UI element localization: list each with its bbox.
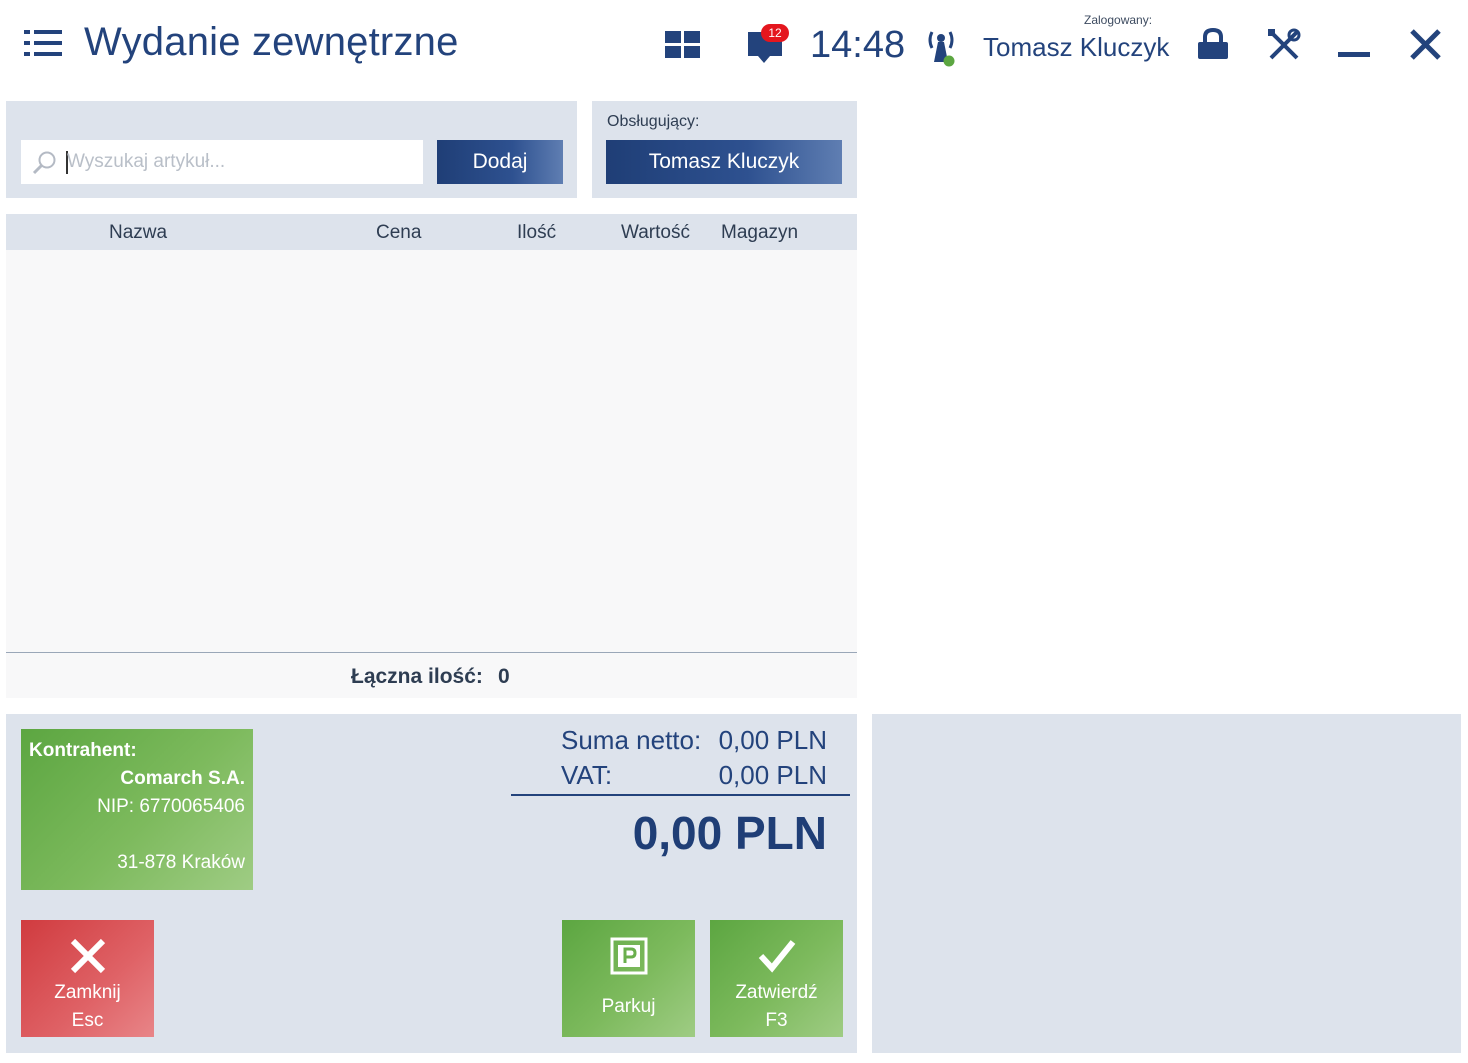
close-icon[interactable] [1409, 28, 1443, 62]
vat-label: VAT: [561, 760, 613, 790]
contractor-nip: NIP: 6770065406 [97, 796, 245, 817]
vat-value: 0,00 PLN [718, 760, 827, 790]
confirm-f3-button[interactable]: Zatwierdź F3 [710, 920, 843, 1037]
net-sum-value: 0,00 PLN [718, 725, 827, 755]
logged-in-user: Tomasz Kluczyk [983, 32, 1170, 62]
confirm-button-shortcut: F3 [765, 1010, 788, 1031]
net-sum-label: Suma netto: [561, 725, 702, 755]
close-x-icon [70, 938, 105, 974]
lock-icon[interactable] [1197, 28, 1229, 60]
confirm-button-label: Zatwierdź [735, 982, 818, 1003]
search-panel: Dodaj [6, 101, 577, 198]
operator-button[interactable]: Tomasz Kluczyk [606, 140, 842, 184]
column-header-name[interactable]: Nazwa [109, 222, 167, 244]
clock: 14:48 [810, 24, 906, 66]
hamburger-menu-icon[interactable] [24, 30, 64, 58]
total-quantity-label: Łączna ilość: [351, 665, 483, 688]
park-button[interactable]: Parkuj [562, 920, 695, 1037]
notification-badge: 12 [761, 24, 789, 42]
antenna-icon[interactable] [928, 28, 958, 68]
logged-in-label: Zalogowany: [1084, 13, 1153, 27]
grid-icon[interactable] [665, 31, 701, 59]
search-input[interactable] [67, 140, 417, 184]
items-table-body[interactable] [6, 250, 857, 652]
search-box[interactable] [21, 140, 423, 184]
close-esc-button[interactable]: Zamknij Esc [21, 920, 154, 1037]
minimize-icon[interactable] [1338, 30, 1372, 60]
close-button-shortcut: Esc [71, 1010, 104, 1031]
park-button-label: Parkuj [601, 996, 656, 1017]
parking-icon [610, 937, 647, 975]
contractor-address: 31-878 Kraków [117, 852, 245, 873]
contractor-tile[interactable]: Kontrahent: Comarch S.A. NIP: 6770065406… [21, 729, 253, 890]
search-icon [32, 151, 56, 175]
column-header-warehouse[interactable]: Magazyn [721, 222, 798, 244]
side-panel [872, 714, 1461, 1053]
column-header-value[interactable]: Wartość [621, 222, 690, 244]
grand-total: 0,00 PLN [632, 807, 827, 859]
contractor-label: Kontrahent: [29, 740, 137, 761]
checkmark-icon [758, 940, 795, 973]
contractor-name: Comarch S.A. [120, 768, 245, 789]
column-header-price[interactable]: Cena [376, 222, 421, 244]
table-footer: Łączna ilość: 0 [6, 652, 857, 698]
tools-icon[interactable] [1267, 28, 1301, 62]
add-button[interactable]: Dodaj [437, 140, 563, 184]
summary-panel: Kontrahent: Comarch S.A. NIP: 6770065406… [6, 714, 857, 1053]
page-title: Wydanie zewnętrzne [84, 20, 459, 64]
close-button-label: Zamknij [54, 982, 121, 1003]
column-header-quantity[interactable]: Ilość [517, 222, 556, 244]
total-quantity-value: 0 [498, 665, 510, 688]
summary-divider [511, 794, 850, 796]
operator-panel: Obsługujący: Tomasz Kluczyk [592, 101, 857, 198]
top-bar: Wydanie zewnętrzne 12 14:48 Zalogowany: … [0, 0, 1468, 92]
table-header: Nazwa Cena Ilość Wartość Magazyn [6, 214, 857, 250]
operator-label: Obsługujący: [607, 113, 700, 130]
